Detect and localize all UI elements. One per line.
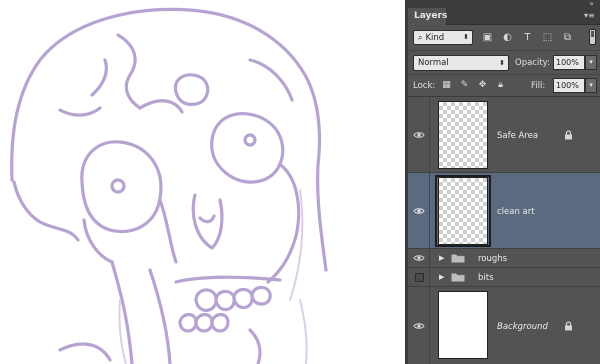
layer-filter-row: ⌕ Kind ⬍ ▣ ◐ T ⬚ ⧉ [408,25,600,51]
opacity-input[interactable]: 100% [553,55,585,70]
panel-menu-icon[interactable]: ▾≡ [584,12,595,20]
filter-toggle-switch[interactable] [589,29,596,45]
blend-row: Normal ⬍ Opacity: 100% ▾ [408,51,600,75]
blend-mode-label: Normal [418,58,449,68]
skull-sketch [10,7,328,364]
eye-icon[interactable] [413,207,425,215]
shape-filter-icon[interactable]: ⬚ [542,32,553,43]
document-canvas[interactable] [0,0,405,364]
layer-name[interactable]: clean art [497,207,535,217]
chevron-updown-icon: ⬍ [463,33,469,41]
type-filter-icon[interactable]: T [522,32,533,43]
lock-all-icon[interactable]: 🔒︎ [495,80,506,91]
filter-kind-select[interactable]: ⌕ Kind ⬍ [413,30,473,45]
chevron-updown-icon: ⬍ [499,59,505,67]
visibility-cell[interactable] [408,97,430,172]
visibility-cell[interactable] [408,268,430,286]
filter-kind-label: Kind [425,33,445,43]
layer-name[interactable]: Background [497,322,548,332]
group-name[interactable]: roughs [478,254,507,264]
fill-label: Fill: [531,81,546,91]
lock-label: Lock: [413,81,436,91]
folder-icon [451,273,465,282]
panel-tab-bar: Layers ▾≡ [408,8,600,25]
group-row[interactable]: ▶ roughs [408,249,600,268]
layer-row-background[interactable]: Background [408,287,600,364]
layer-thumbnail[interactable] [438,101,488,169]
visibility-cell[interactable] [408,173,430,248]
panel-dock-bar: » [408,0,600,8]
pixel-filter-icon[interactable]: ▣ [482,32,493,43]
layers-panel: » Layers ▾≡ ⌕ Kind ⬍ ▣ ◐ T ⬚ ⧉ Normal ⬍ O… [408,0,600,364]
expand-arrow-icon[interactable]: ▶ [439,273,444,281]
layer-row-selected[interactable]: clean art [408,173,600,249]
fill-input[interactable]: 100% [553,78,585,93]
eye-icon[interactable] [413,322,425,330]
eye-icon[interactable] [413,131,425,139]
folder-icon [451,254,465,263]
opacity-dropdown-button[interactable]: ▾ [585,55,597,70]
lock-image-brush-icon[interactable]: ✎ [459,80,470,91]
eye-icon[interactable] [413,254,425,262]
fill-dropdown-button[interactable]: ▾ [585,78,597,93]
lock-icon [565,321,572,331]
blend-mode-select[interactable]: Normal ⬍ [413,55,509,71]
opacity-label: Opacity: [515,58,550,68]
visibility-cell[interactable] [408,249,430,267]
smart-object-filter-icon[interactable]: ⧉ [562,32,573,43]
visibility-cell[interactable] [408,287,430,364]
layer-row[interactable]: Safe Area [408,97,600,173]
layer-name[interactable]: Safe Area [497,131,538,141]
layer-thumbnail[interactable] [438,291,488,359]
lock-icon [565,130,572,140]
tab-layers[interactable]: Layers [408,8,447,25]
lock-position-move-icon[interactable]: ✥ [477,80,488,91]
lock-row: Lock: ▦ ✎ ✥ 🔒︎ Fill: 100% ▾ [408,75,600,97]
group-row[interactable]: ▶ bits [408,268,600,287]
search-icon: ⌕ [418,33,423,42]
visibility-off-box[interactable] [415,273,424,282]
collapse-icon[interactable]: » [589,0,594,8]
expand-arrow-icon[interactable]: ▶ [439,254,444,262]
layer-thumbnail[interactable] [438,177,488,245]
adjustment-filter-icon[interactable]: ◐ [502,32,513,43]
lock-transparent-icon[interactable]: ▦ [441,80,452,91]
group-name[interactable]: bits [478,273,494,283]
